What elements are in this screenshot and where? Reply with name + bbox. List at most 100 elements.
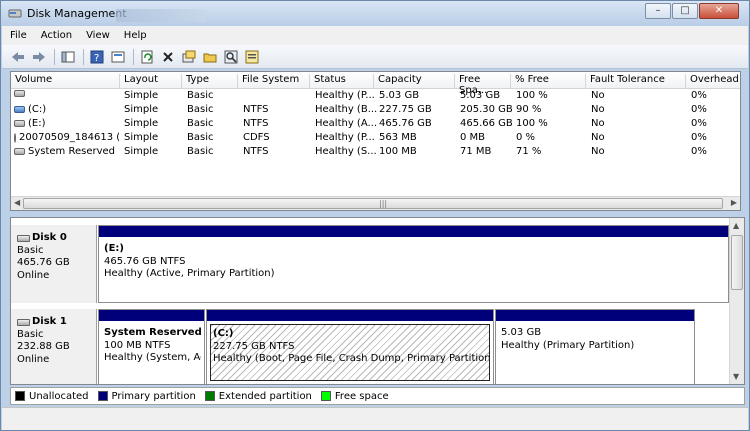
scroll-right-icon[interactable]: ▶: [731, 198, 737, 207]
settings-icon[interactable]: [181, 49, 197, 65]
pane-splitter[interactable]: [2, 212, 748, 216]
disk-0-info[interactable]: Disk 0 Basic 465.76 GB Online: [11, 225, 97, 303]
disk-state: Online: [17, 353, 50, 365]
disk-1-info[interactable]: Disk 1 Basic 232.88 GB Online: [11, 309, 97, 384]
scroll-down-icon[interactable]: ▼: [733, 372, 739, 381]
partition-system-reserved[interactable]: System Reserved 100 MB NTFS Healthy (Sys…: [98, 309, 205, 384]
volume-status: Healthy (P...: [315, 132, 375, 143]
primary-partition-bar: [99, 310, 204, 321]
drive-icon: [14, 148, 25, 155]
volume-fault-tolerance: No: [591, 132, 605, 143]
column-header-layout[interactable]: Layout: [120, 74, 182, 88]
menu-file[interactable]: File: [10, 30, 27, 41]
volume-row[interactable]: (E:) Simple Basic NTFS Healthy (A... 465…: [11, 118, 740, 132]
delete-icon[interactable]: [160, 49, 176, 65]
grip-icon: |||: [379, 199, 388, 208]
disk-state: Online: [17, 269, 50, 281]
disk-kind: Basic: [17, 244, 44, 256]
drive-icon: [14, 120, 25, 127]
disk-management-icon: [8, 9, 22, 18]
search-icon[interactable]: [223, 49, 239, 65]
legend-label: Extended partition: [218, 390, 312, 402]
partition-e[interactable]: (E:) 465.76 GB NTFS Healthy (Active, Pri…: [98, 225, 729, 303]
properties-icon[interactable]: [110, 49, 126, 65]
volume-row[interactable]: 20070509_184613 (... Simple Basic CDFS H…: [11, 132, 740, 146]
maximize-button[interactable]: □: [672, 3, 698, 19]
scroll-up-icon[interactable]: ▲: [733, 221, 739, 230]
volume-fault-tolerance: No: [591, 118, 605, 129]
menu-action[interactable]: Action: [41, 30, 72, 41]
volume-file-system: NTFS: [243, 104, 269, 115]
volume-overhead: 0%: [691, 132, 707, 143]
partition-c[interactable]: (C:) 227.75 GB NTFS Healthy (Boot, Page …: [206, 309, 494, 384]
disk-kind: Basic: [17, 328, 44, 340]
volume-fault-tolerance: No: [591, 90, 605, 101]
volume-type: Basic: [187, 118, 214, 129]
legend-label: Unallocated: [29, 390, 89, 402]
refresh-icon[interactable]: [139, 49, 155, 65]
partition-unlabeled[interactable]: 5.03 GB Healthy (Primary Partition): [495, 309, 695, 384]
help-icon[interactable]: ?: [89, 49, 105, 65]
volume-free-space: 0 MB: [460, 132, 486, 143]
disk-icon: [17, 234, 30, 242]
volume-row[interactable]: System Reserved Simple Basic NTFS Health…: [11, 146, 740, 160]
column-header-volume[interactable]: Volume: [11, 74, 120, 88]
disk-1-row: Disk 1 Basic 232.88 GB Online System Res…: [11, 309, 729, 384]
legend-item: Unallocated: [15, 391, 89, 402]
volume-layout: Simple: [124, 118, 159, 129]
volume-row[interactable]: Simple Basic Healthy (P... 5.03 GB 5.03 …: [11, 90, 740, 104]
volume-fault-tolerance: No: [591, 104, 605, 115]
volume-capacity: 100 MB: [379, 146, 417, 157]
volume-name: 20070509_184613 (...: [19, 132, 119, 143]
minimize-button[interactable]: –: [645, 3, 671, 19]
menu-help[interactable]: Help: [124, 30, 147, 41]
partition-size: 5.03 GB: [501, 327, 542, 338]
volume-capacity: 5.03 GB: [379, 90, 420, 101]
disk-name: Disk 0: [32, 232, 67, 243]
volume-type: Basic: [187, 132, 214, 143]
volume-overhead: 0%: [691, 146, 707, 157]
column-header-fault-tolerance[interactable]: Fault Tolerance: [586, 74, 686, 88]
volume-list: Volume Layout Type File System Status Ca…: [10, 71, 741, 211]
volume-row[interactable]: (C:) Simple Basic NTFS Healthy (B... 227…: [11, 104, 740, 118]
volume-layout: Simple: [124, 146, 159, 157]
column-header-file-system[interactable]: File System: [238, 74, 310, 88]
disk-management-window: Disk Management – □ ✕ File Action View H…: [0, 0, 750, 431]
partition-size: 100 MB NTFS: [104, 339, 171, 351]
volume-file-system: NTFS: [243, 146, 269, 157]
window-title: Disk Management: [27, 7, 127, 20]
disk-icon: [17, 318, 30, 326]
title-bar: Disk Management – □ ✕: [1, 1, 749, 26]
volume-status: Healthy (B...: [315, 104, 378, 115]
volume-file-system: NTFS: [243, 118, 269, 129]
column-header-overhead[interactable]: Overhead: [686, 74, 742, 88]
menu-view[interactable]: View: [86, 30, 110, 41]
console-tree-icon[interactable]: [60, 49, 76, 65]
disk-graphical-view: Disk 0 Basic 465.76 GB Online (E:) 465.7…: [10, 217, 745, 385]
column-header-capacity[interactable]: Capacity: [374, 74, 455, 88]
scroll-thumb[interactable]: [731, 235, 743, 290]
volume-list-horizontal-scrollbar[interactable]: ◀ ||| ▶: [11, 196, 740, 210]
forward-icon[interactable]: [31, 49, 47, 65]
export-icon[interactable]: [244, 49, 260, 65]
column-header-percent-free[interactable]: % Free: [511, 74, 586, 88]
volume-status: Healthy (S...: [315, 146, 377, 157]
cd-drive-icon: [14, 132, 16, 143]
partition-status: Healthy (System, Acti: [104, 352, 201, 363]
column-header-status[interactable]: Status: [310, 74, 374, 88]
scroll-left-icon[interactable]: ◀: [14, 198, 20, 207]
back-icon[interactable]: [10, 49, 26, 65]
title-glass-reflection: [116, 9, 206, 22]
scroll-thumb[interactable]: |||: [23, 198, 723, 209]
toolbar-separator: [83, 48, 84, 65]
column-header-type[interactable]: Type: [182, 74, 238, 88]
close-button[interactable]: ✕: [699, 3, 739, 19]
volume-free-space: 71 MB: [460, 146, 492, 157]
legend-swatch: [320, 391, 331, 401]
drive-icon: [14, 90, 25, 97]
volume-status: Healthy (P...: [315, 90, 375, 101]
disk-view-vertical-scrollbar[interactable]: ▲ ▼: [729, 218, 744, 384]
open-icon[interactable]: [202, 49, 218, 65]
disk-0-row: Disk 0 Basic 465.76 GB Online (E:) 465.7…: [11, 225, 729, 303]
column-header-free-space[interactable]: Free Spa...: [455, 74, 511, 96]
